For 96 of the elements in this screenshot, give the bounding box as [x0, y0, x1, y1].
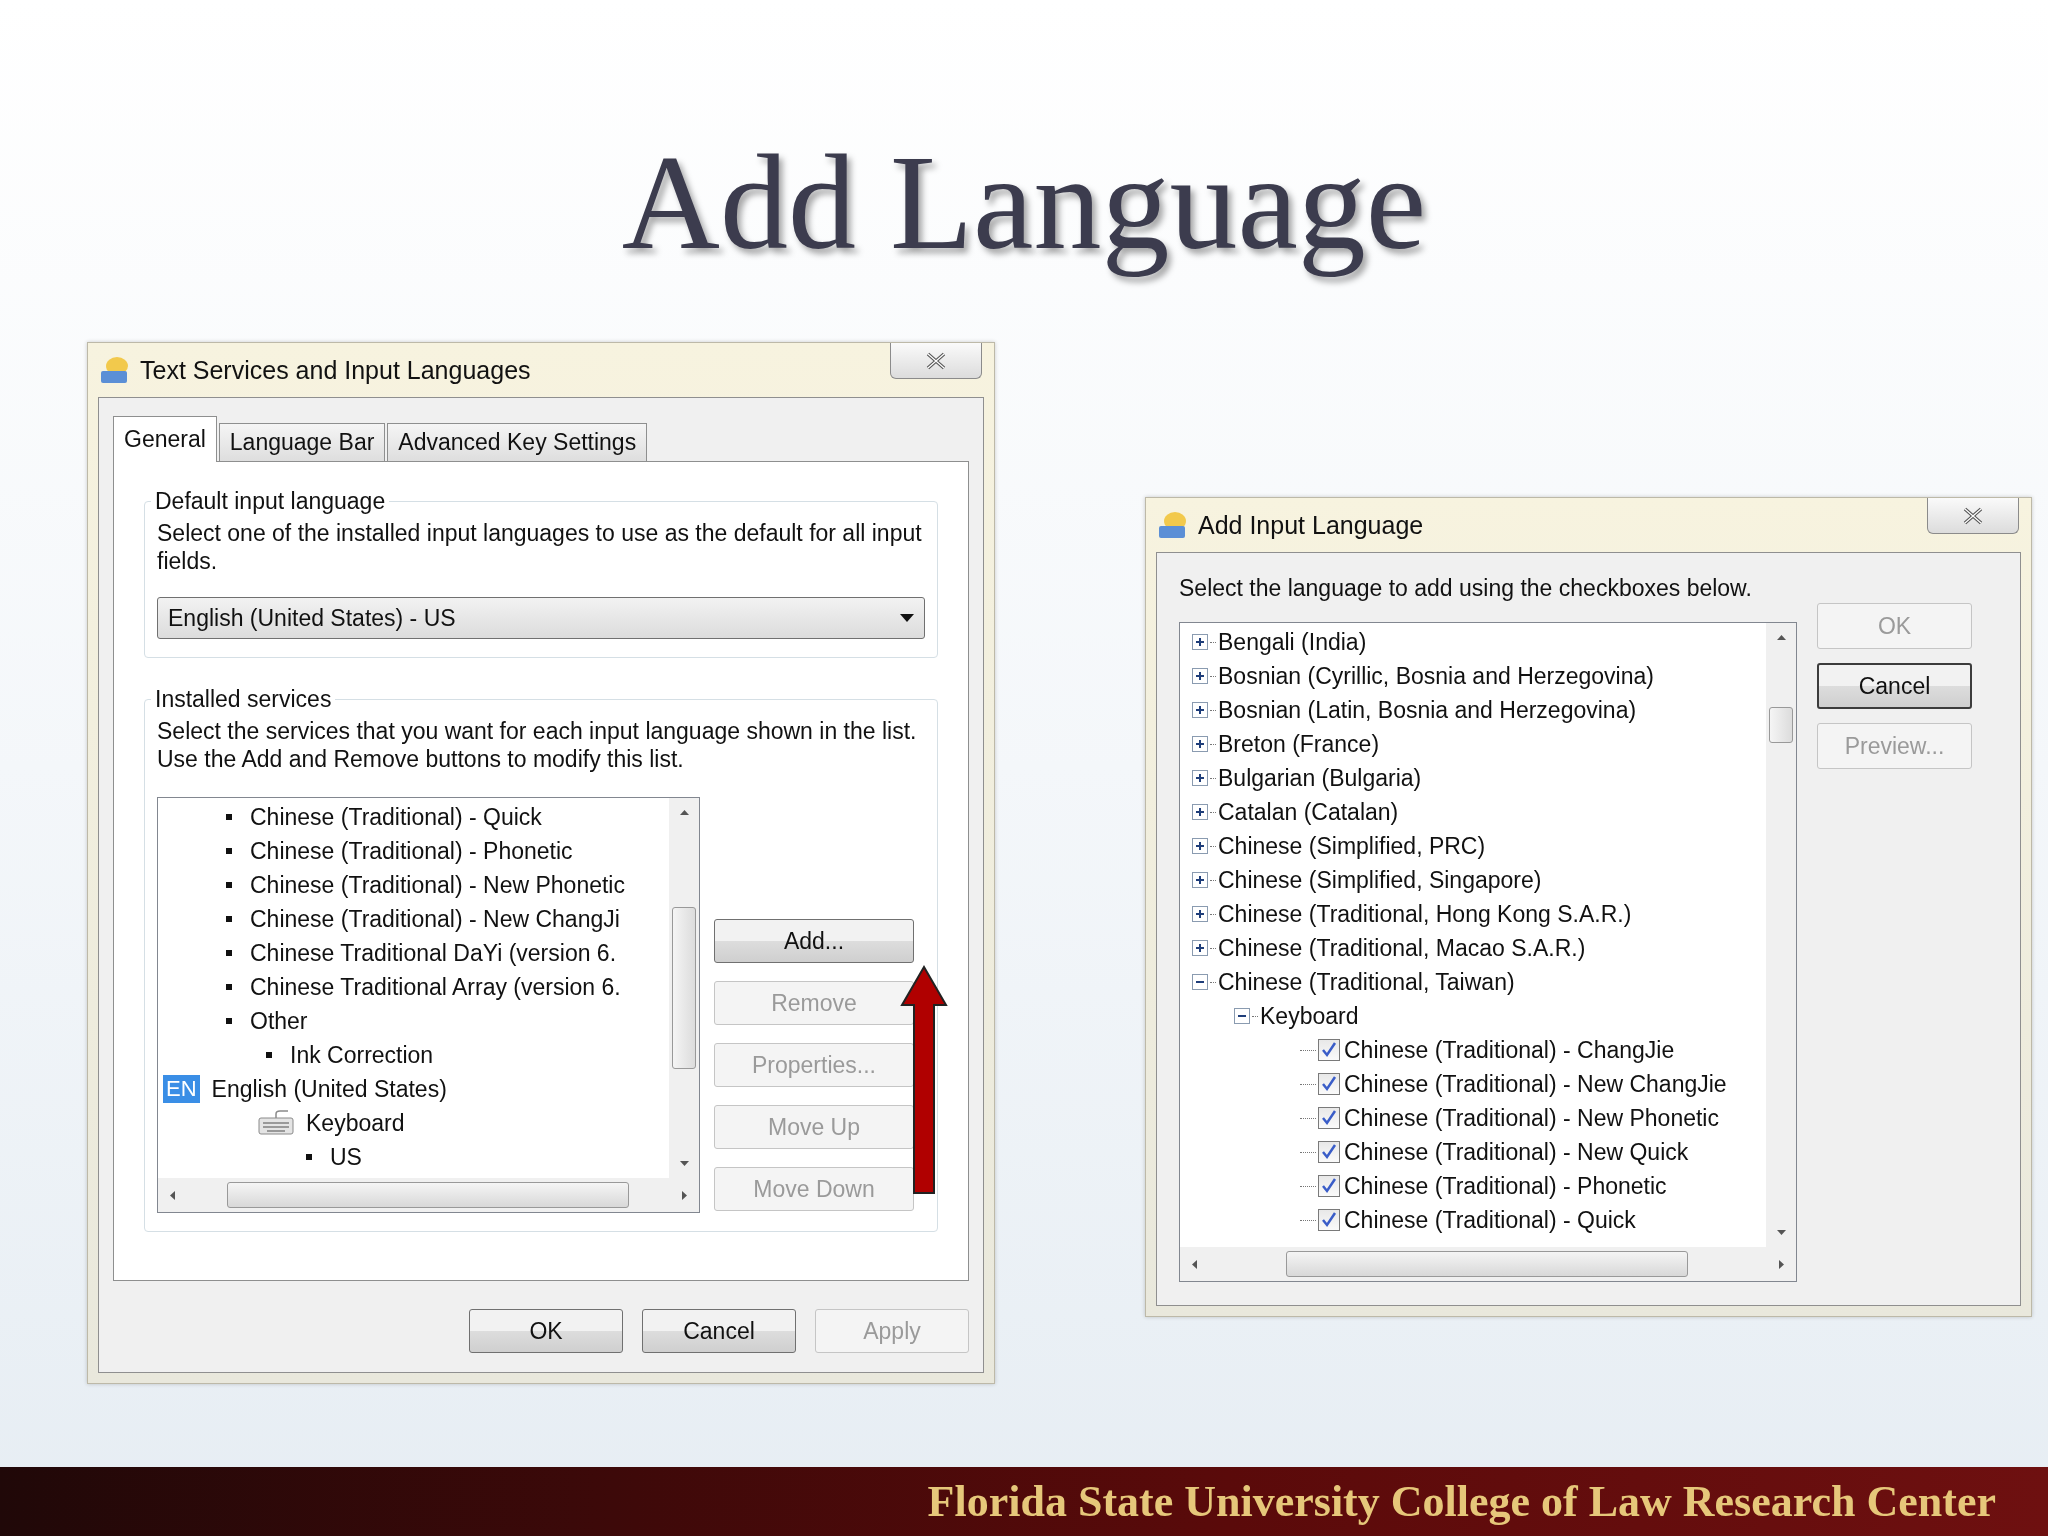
group-label: Installed services	[154, 686, 333, 713]
bullet-icon	[306, 1154, 312, 1160]
tree-item[interactable]: Chinese Traditional DaYi (version 6.	[250, 939, 617, 967]
bullet-icon	[226, 882, 232, 888]
tree-item[interactable]: Ink Correction	[290, 1041, 434, 1069]
tree-item[interactable]: Keyboard	[306, 1109, 405, 1137]
dialog-button[interactable]: OK	[469, 1309, 623, 1353]
close-icon	[925, 351, 947, 370]
language-badge: EN	[163, 1075, 200, 1103]
tree-item[interactable]: Chinese (Traditional) - New ChangJi	[250, 905, 620, 933]
tree-item[interactable]: Chinese (Traditional) - Quick	[1344, 1206, 1636, 1234]
tree-item[interactable]: Keyboard	[1260, 1002, 1359, 1030]
bullet-icon	[226, 814, 232, 820]
vertical-scrollbar[interactable]	[669, 798, 699, 1178]
window-title: Add Input Language	[1198, 510, 1424, 540]
tree-item[interactable]: Chinese (Traditional) - New Phonetic	[250, 871, 625, 899]
tab[interactable]: General	[113, 416, 217, 462]
tree-item[interactable]: US	[330, 1143, 362, 1171]
tree-item[interactable]: Chinese (Traditional) - ChangJie	[1344, 1036, 1675, 1064]
tree-item[interactable]: Chinese (Traditional) - Quick	[250, 803, 542, 831]
tab[interactable]: Language Bar	[218, 423, 386, 461]
expand-icon[interactable]	[1192, 872, 1208, 888]
close-button[interactable]	[1927, 498, 2019, 534]
scroll-left-icon[interactable]	[1190, 1259, 1199, 1269]
scrollbar-thumb[interactable]	[1769, 707, 1793, 743]
tree-item[interactable]: Chinese Traditional Array (version 6.	[250, 973, 621, 1001]
keyboard-icon	[258, 1110, 294, 1136]
collapse-icon[interactable]	[1192, 974, 1208, 990]
footer-text: Florida State University College of Law Research Center	[927, 1476, 1996, 1527]
collapse-icon[interactable]	[1234, 1008, 1250, 1024]
tree-item[interactable]: Chinese (Simplified, PRC)	[1218, 832, 1486, 860]
horizontal-scrollbar[interactable]	[158, 1178, 699, 1212]
scroll-down-icon[interactable]	[679, 1159, 689, 1168]
language-dropdown[interactable]: English (United States) - US	[157, 597, 925, 639]
window-title: Text Services and Input Languages	[140, 355, 531, 385]
scroll-down-icon[interactable]	[1776, 1228, 1786, 1237]
expand-icon[interactable]	[1192, 838, 1208, 854]
bullet-icon	[266, 1052, 272, 1058]
tree-item[interactable]: Breton (France)	[1218, 730, 1380, 758]
tree-item[interactable]: Chinese (Traditional) - Phonetic	[1344, 1172, 1667, 1200]
tree-item[interactable]: Bulgarian (Bulgaria)	[1218, 764, 1422, 792]
expand-icon[interactable]	[1192, 668, 1208, 684]
scroll-right-icon[interactable]	[1777, 1259, 1786, 1269]
description-text: Select the services that you want for each input language shown in the list. Use the Add and Remove buttons to modify this list.	[157, 717, 918, 773]
dropdown-arrow-icon	[900, 614, 914, 622]
bullet-icon	[226, 916, 232, 922]
tab[interactable]: Advanced Key Settings	[387, 423, 648, 461]
checkbox[interactable]	[1318, 1039, 1340, 1061]
tree-item[interactable]: Bosnian (Cyrillic, Bosnia and Herzegovina)	[1218, 662, 1654, 690]
checkbox[interactable]	[1318, 1175, 1340, 1197]
language-tree[interactable]	[1179, 622, 1797, 1282]
dialog-button[interactable]: Cancel	[642, 1309, 796, 1353]
expand-icon[interactable]	[1192, 736, 1208, 752]
tree-item[interactable]: Chinese (Traditional, Taiwan)	[1218, 968, 1515, 996]
expand-icon[interactable]	[1192, 804, 1208, 820]
scroll-up-icon[interactable]	[1776, 633, 1786, 642]
checkbox[interactable]	[1318, 1141, 1340, 1163]
expand-icon[interactable]	[1192, 634, 1208, 650]
tree-item[interactable]: Chinese (Traditional) - Phonetic	[250, 837, 573, 865]
tree-item[interactable]: Other	[250, 1007, 308, 1035]
dialog-button[interactable]: Cancel	[1817, 663, 1972, 709]
checkbox[interactable]	[1318, 1107, 1340, 1129]
scroll-left-icon[interactable]	[168, 1190, 177, 1200]
checkbox[interactable]	[1318, 1073, 1340, 1095]
slide-title: Add Language	[621, 128, 1427, 278]
expand-icon[interactable]	[1192, 906, 1208, 922]
tree-item[interactable]: Chinese (Traditional, Macao S.A.R.)	[1218, 934, 1586, 962]
horizontal-scrollbar[interactable]	[1180, 1247, 1796, 1281]
scroll-up-icon[interactable]	[679, 808, 689, 817]
services-tree[interactable]	[157, 797, 700, 1213]
group-label: Default input language	[154, 488, 387, 515]
tree-item[interactable]: Catalan (Catalan)	[1218, 798, 1399, 826]
close-icon	[1962, 506, 1984, 525]
tree-item[interactable]: Chinese (Traditional) - New Quick	[1344, 1138, 1689, 1166]
tree-item[interactable]: Bengali (India)	[1218, 628, 1367, 656]
tree-item[interactable]: Bosnian (Latin, Bosnia and Herzegovina)	[1218, 696, 1637, 724]
description-text: Select one of the installed input languages to use as the default for all input fields.	[157, 519, 923, 575]
bullet-icon	[226, 1018, 232, 1024]
scrollbar-thumb[interactable]	[672, 907, 696, 1069]
tree-item[interactable]: Chinese (Traditional) - New ChangJie	[1344, 1070, 1727, 1098]
vertical-scrollbar[interactable]	[1766, 623, 1796, 1247]
expand-icon[interactable]	[1192, 702, 1208, 718]
tree-item[interactable]: English (United States)	[211, 1075, 447, 1103]
close-button[interactable]	[890, 343, 982, 379]
tree-item[interactable]: Chinese (Traditional) - New Phonetic	[1344, 1104, 1719, 1132]
checkbox[interactable]	[1318, 1209, 1340, 1231]
tree-item[interactable]: Chinese (Simplified, Singapore)	[1218, 866, 1542, 894]
expand-icon[interactable]	[1192, 940, 1208, 956]
bullet-icon	[226, 950, 232, 956]
bullet-icon	[226, 848, 232, 854]
tree-item[interactable]: Chinese (Traditional, Hong Kong S.A.R.)	[1218, 900, 1632, 928]
instruction-text: Select the language to add using the checkboxes below.	[1179, 575, 1753, 602]
expand-icon[interactable]	[1192, 770, 1208, 786]
dialog-button[interactable]: Add...	[714, 919, 914, 963]
scroll-right-icon[interactable]	[680, 1190, 689, 1200]
bullet-icon	[226, 984, 232, 990]
